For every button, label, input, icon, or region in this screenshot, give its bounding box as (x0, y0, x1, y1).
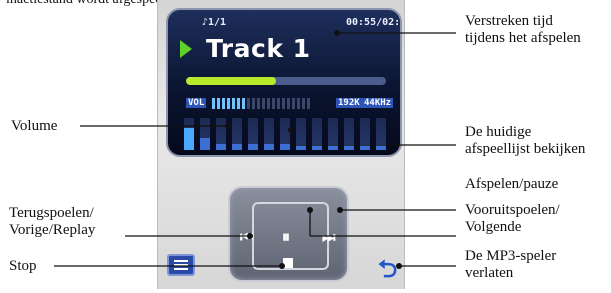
label-playlist-line1: De huidige (465, 124, 532, 140)
label-elapsed-line2: tijdens het afspelen (465, 30, 581, 46)
label-forward: Vooruitspoelen/ Volgende (465, 202, 560, 236)
label-elapsed-time: Verstreken tijd tijdens het afspelen (465, 13, 581, 47)
label-forward-line1: Vooruitspoelen/ (465, 202, 560, 218)
label-playlist: De huidige afspeellijst bekijken (465, 124, 585, 158)
label-playlist-line2: afspeellijst bekijken (465, 141, 586, 157)
label-rewind-line2: Vorige/Replay (9, 222, 96, 238)
label-volume: Volume (11, 118, 58, 134)
label-rewind-line1: Terugspoelen/ (9, 205, 94, 221)
label-stop: Stop (9, 258, 37, 274)
label-rewind: Terugspoelen/ Vorige/Replay (9, 205, 95, 239)
label-play-pause: Afspelen/pauze (465, 176, 559, 192)
label-elapsed-line1: Verstreken tijd (465, 13, 553, 29)
label-forward-line2: Volgende (465, 219, 522, 235)
label-exit-line2: verlaten (465, 265, 514, 281)
label-exit-line1: De MP3-speler (465, 248, 557, 264)
label-exit: De MP3-speler verlaten (465, 248, 556, 282)
